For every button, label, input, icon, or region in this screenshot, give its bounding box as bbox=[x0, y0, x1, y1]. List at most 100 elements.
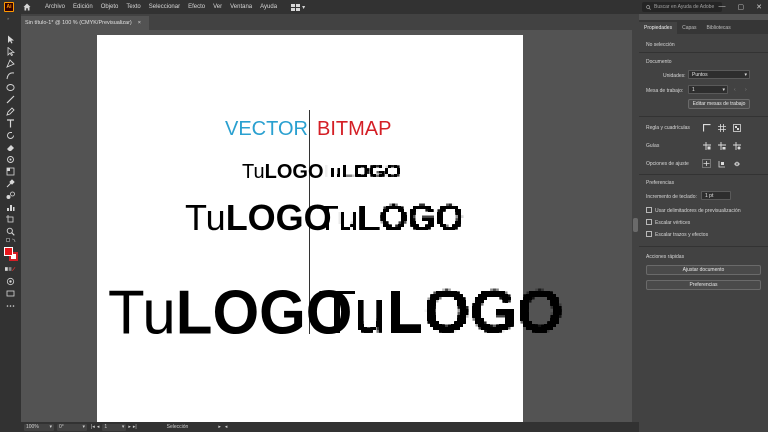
graph-tool-icon[interactable] bbox=[5, 202, 16, 212]
menu-item-seleccionar[interactable]: Seleccionar bbox=[149, 4, 180, 10]
type-tool-icon[interactable] bbox=[5, 118, 16, 128]
workspace-switcher[interactable]: ▾ bbox=[291, 3, 305, 11]
screen-mode-icon[interactable] bbox=[5, 288, 16, 298]
artboard-tool-icon[interactable] bbox=[5, 214, 16, 224]
menu-item-edici-n[interactable]: Edición bbox=[73, 4, 93, 10]
ruler-icon[interactable] bbox=[702, 123, 711, 132]
vector-logo-medium: TuLOGO bbox=[185, 200, 332, 236]
tab-bibliotecas[interactable]: Bibliotecas bbox=[702, 22, 736, 34]
use-preview-bounds-label: Usar delimitadores de previsualización bbox=[655, 208, 741, 214]
pencil-tool-icon[interactable] bbox=[5, 106, 16, 116]
selection-tool-icon[interactable] bbox=[5, 34, 16, 44]
scale-strokes-label: Escalar trazos y efectos bbox=[655, 232, 709, 238]
eyedropper-tool-icon[interactable] bbox=[5, 178, 16, 188]
eraser-tool-icon[interactable] bbox=[5, 142, 16, 152]
curvature-tool-icon[interactable] bbox=[5, 70, 16, 80]
menu-item-ventana[interactable]: Ventana bbox=[230, 4, 252, 10]
use-preview-bounds-checkbox[interactable] bbox=[646, 207, 652, 213]
lock-guides-icon[interactable] bbox=[717, 141, 726, 150]
fit-document-button[interactable]: Ajustar documento bbox=[646, 265, 761, 275]
drawing-mode-icon[interactable] bbox=[5, 276, 16, 286]
bitmap-logo-large: TuLOGO bbox=[319, 282, 563, 342]
guides-icon[interactable] bbox=[702, 141, 711, 150]
blend-tool-icon[interactable] bbox=[5, 190, 16, 200]
free-transform-tool-icon[interactable] bbox=[5, 166, 16, 176]
search-placeholder: Buscar en Ayuda de Adobe bbox=[654, 4, 715, 10]
snap-to-glyph-icon[interactable] bbox=[732, 159, 741, 168]
status-arrow-icon[interactable]: ▸ bbox=[218, 424, 221, 430]
artboard-label: Mesa de trabajo: bbox=[646, 88, 684, 94]
menu-items: Archivo Edición Objeto Texto Seleccionar Efec… bbox=[45, 4, 277, 10]
edit-artboards-button[interactable]: Editar mesas de trabajo bbox=[688, 99, 750, 109]
fill-stroke-swatch[interactable] bbox=[3, 246, 19, 263]
panel-collapse-icon[interactable]: » bbox=[5, 16, 16, 20]
artboard-dropdown[interactable]: 1 ▾ bbox=[688, 85, 728, 94]
units-dropdown[interactable]: Puntos ▾ bbox=[688, 70, 750, 79]
home-icon[interactable] bbox=[22, 3, 31, 12]
artboard-number-select[interactable]: 1 ▾ bbox=[102, 423, 127, 431]
close-icon[interactable]: ✕ bbox=[756, 3, 762, 11]
tab-capas[interactable]: Capas bbox=[677, 22, 701, 34]
current-tool-label: Selección bbox=[166, 424, 189, 430]
guides-label: Guías bbox=[646, 143, 660, 149]
close-tab-icon[interactable]: × bbox=[138, 20, 141, 26]
snap-options-label: Opciones de ajuste bbox=[646, 161, 689, 167]
paintbrush-tool-icon[interactable] bbox=[5, 94, 16, 104]
chevron-down-icon: ▾ bbox=[82, 424, 85, 430]
chevron-down-icon: ▾ bbox=[49, 424, 52, 430]
menu-item-texto[interactable]: Texto bbox=[126, 4, 140, 10]
menu-item-ver[interactable]: Ver bbox=[213, 4, 222, 10]
scale-corners-checkbox[interactable] bbox=[646, 219, 652, 225]
divider bbox=[639, 116, 768, 117]
snap-to-pixel-icon[interactable] bbox=[717, 159, 726, 168]
scale-strokes-checkbox[interactable] bbox=[646, 231, 652, 237]
panel-tabs: Propiedades Capas Bibliotecas bbox=[639, 20, 768, 34]
snap-to-point-icon[interactable] bbox=[702, 159, 711, 168]
minimize-icon[interactable]: — bbox=[719, 3, 726, 11]
vertical-scrollbar[interactable] bbox=[632, 30, 639, 422]
menu-item-efecto[interactable]: Efecto bbox=[188, 4, 205, 10]
artboard[interactable]: VECTOR BITMAP TuLOGO TuLOGO TuLOGO TuLOG… bbox=[97, 35, 563, 422]
preferences-button[interactable]: Preferencias bbox=[646, 280, 761, 290]
menu-item-objeto[interactable]: Objeto bbox=[101, 4, 119, 10]
smart-guides-icon[interactable] bbox=[732, 141, 741, 150]
grid-icon[interactable] bbox=[717, 123, 726, 132]
keyboard-increment-input[interactable]: 1 pt bbox=[701, 191, 731, 200]
properties-panel: Propiedades Capas Bibliotecas No selección… bbox=[639, 20, 768, 432]
artboard-number: 1 bbox=[104, 424, 108, 430]
canvas-area[interactable]: VECTOR BITMAP TuLOGO TuLOGO TuLOGO TuLOG… bbox=[21, 30, 632, 422]
transparency-grid-icon[interactable] bbox=[732, 123, 741, 132]
default-colors-icon[interactable] bbox=[5, 237, 16, 244]
logo-tu-text: Tu bbox=[319, 161, 342, 183]
bitmap-heading: BITMAP bbox=[317, 118, 392, 140]
ellipse-tool-icon[interactable] bbox=[5, 82, 16, 92]
logo-tu-text: Tu bbox=[317, 197, 358, 238]
warp-tool-icon[interactable] bbox=[5, 154, 16, 164]
last-artboard-icon[interactable]: ▸| bbox=[133, 424, 137, 430]
previous-artboard-icon[interactable]: ◂ bbox=[97, 424, 100, 430]
rotation-select[interactable]: 0° ▾ bbox=[57, 423, 87, 431]
menu-item-archivo[interactable]: Archivo bbox=[45, 4, 65, 10]
logo-word-text: LOGO bbox=[225, 197, 332, 238]
zoom-select[interactable]: 100% ▾ bbox=[24, 423, 54, 431]
maximize-icon[interactable]: ▢ bbox=[738, 3, 745, 11]
scrollbar-thumb[interactable] bbox=[633, 218, 638, 232]
more-tools-icon[interactable] bbox=[5, 301, 16, 311]
next-artboard-icon[interactable]: › bbox=[745, 87, 747, 93]
fill-swatch[interactable] bbox=[4, 247, 13, 256]
tab-propiedades[interactable]: Propiedades bbox=[639, 22, 678, 34]
pen-tool-icon[interactable] bbox=[5, 58, 16, 68]
color-mode-icons[interactable] bbox=[5, 265, 16, 272]
status-arrow-left-icon[interactable]: ◂ bbox=[225, 424, 228, 430]
zoom-tool-icon[interactable] bbox=[5, 226, 16, 236]
first-artboard-icon[interactable]: |◂ bbox=[91, 424, 95, 430]
previous-artboard-icon[interactable]: ‹ bbox=[734, 87, 736, 93]
logo-word-text: LOGO bbox=[386, 278, 564, 345]
zoom-value: 100% bbox=[26, 424, 39, 430]
help-search-input[interactable]: Buscar en Ayuda de Adobe bbox=[642, 2, 722, 12]
next-artboard-icon[interactable]: ▸ bbox=[128, 424, 131, 430]
rotate-tool-icon[interactable] bbox=[5, 130, 16, 140]
menu-item-ayuda[interactable]: Ayuda bbox=[260, 4, 277, 10]
document-tab[interactable]: Sin título-1* @ 100 % (CMYK/Previsualiza… bbox=[21, 16, 149, 30]
direct-selection-tool-icon[interactable] bbox=[5, 46, 16, 56]
